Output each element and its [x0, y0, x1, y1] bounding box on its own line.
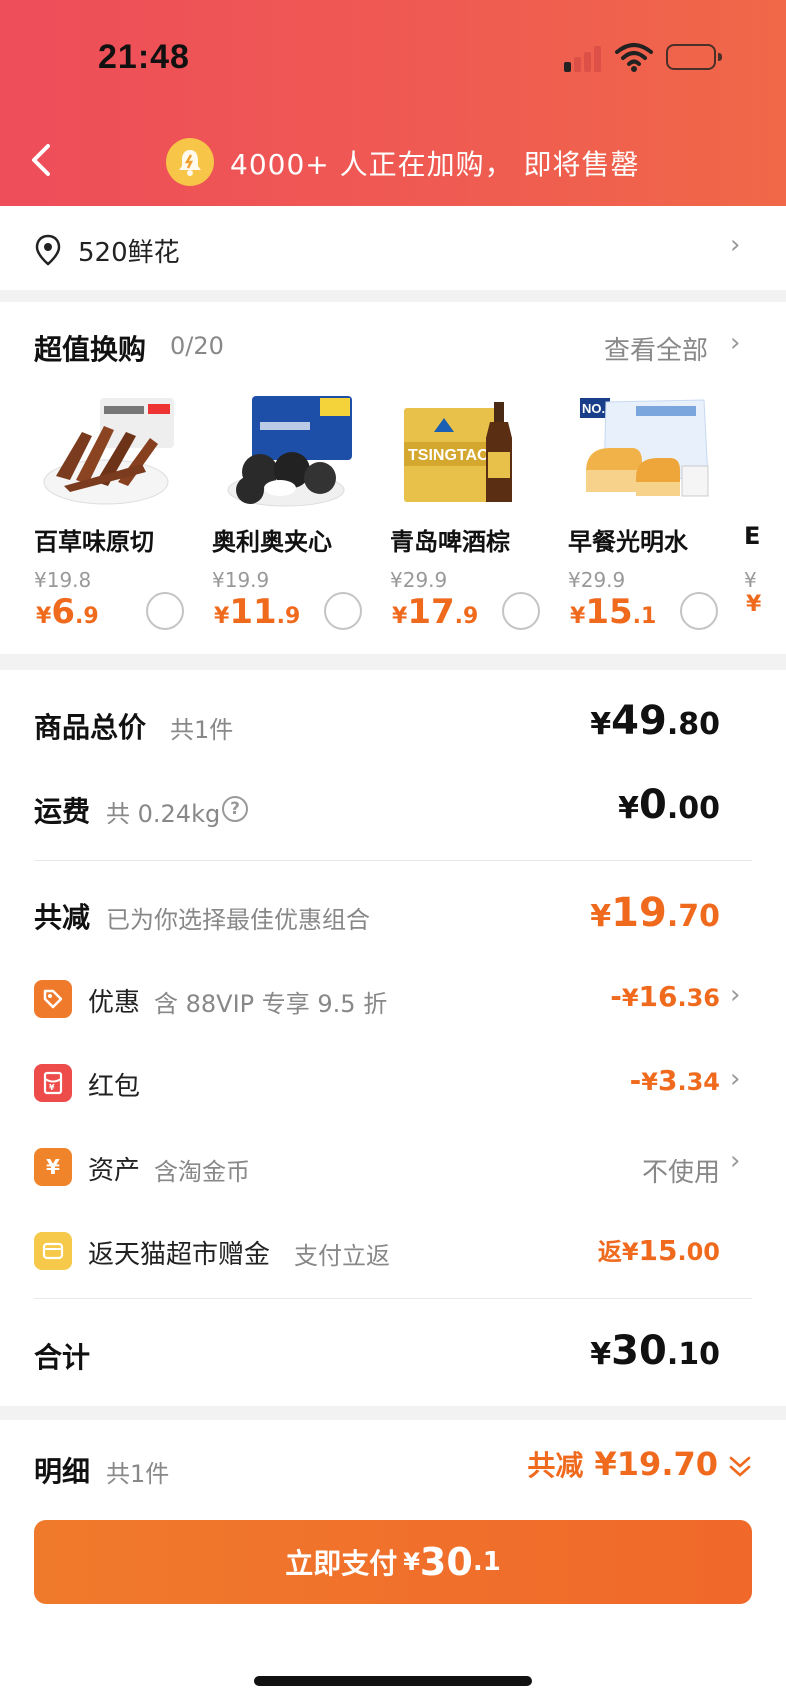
upsell-count: 0/20 — [170, 332, 224, 360]
grand-total-value: ¥30.10 — [590, 1328, 720, 1374]
reduction-note: 已为你选择最佳优惠组合 — [106, 906, 370, 934]
upsell-item[interactable]: TSINGTAO 青岛啤酒棕 ¥29.9 ¥17.9 — [390, 392, 560, 632]
chevron-right-icon[interactable]: › — [730, 328, 740, 358]
discount-label: 优惠 — [88, 988, 141, 1018]
upsell-item[interactable]: 百草味原切 ¥19.8 ¥6.9 — [34, 392, 204, 632]
reduction-value: ¥19.70 — [590, 890, 720, 936]
yen-coin-icon: ¥ — [34, 1148, 72, 1186]
upsell-item[interactable]: 奥利奥夹心 ¥19.9 ¥11.9 — [212, 392, 382, 632]
detail-label[interactable]: 明细 — [34, 1450, 90, 1490]
chevron-right-icon[interactable]: › — [730, 1146, 740, 1176]
original-price: ¥19.8 — [34, 568, 92, 592]
grand-total-label: 合计 — [34, 1341, 91, 1374]
deal-price: ¥6.9 — [36, 592, 99, 632]
discount-value[interactable]: -¥16.36 — [610, 980, 720, 1013]
original-price: ¥29.9 — [568, 568, 626, 592]
wallet-icon — [34, 1232, 72, 1270]
shipping-value: ¥0.00 — [618, 782, 720, 828]
assets-note: 含淘金币 — [154, 1158, 250, 1186]
header-bar: 21:48 4000+ 人正在加购， 即将售罄 — [0, 0, 786, 206]
upsell-item-partial[interactable]: E ¥ ¥ — [744, 392, 786, 632]
product-image: TSINGTAO — [404, 402, 512, 502]
reduction-label: 共减 — [34, 901, 91, 934]
pay-now-button[interactable]: 立即支付 ¥30.1 — [34, 1520, 752, 1604]
red-envelope-value[interactable]: -¥3.34 — [630, 1064, 720, 1097]
original-price: ¥29.9 — [390, 568, 448, 592]
help-icon[interactable]: ? — [222, 796, 248, 822]
select-radio[interactable] — [680, 592, 718, 630]
chevron-right-icon[interactable]: › — [730, 980, 740, 1010]
stock-banner-text: 4000+ 人正在加购， 即将售罄 — [230, 148, 640, 181]
cashback-note: 支付立返 — [294, 1242, 390, 1270]
view-all-link[interactable]: 查看全部 — [604, 330, 708, 367]
status-time: 21:48 — [98, 38, 190, 76]
checkout-bar: 明细 共1件 共减 ¥19.70 立即支付 ¥30.1 — [0, 1420, 786, 1704]
shipping-weight: 共 0.24kg — [106, 800, 221, 828]
battery-icon — [666, 44, 722, 70]
deal-price: ¥17.9 — [392, 592, 479, 632]
svg-text:TSINGTAO: TSINGTAO — [408, 447, 489, 464]
product-name: 百草味原切 — [34, 528, 154, 556]
divider — [34, 860, 752, 861]
deal-price: ¥ — [746, 592, 762, 617]
tag-icon — [34, 980, 72, 1018]
red-envelope-label: 红包 — [88, 1072, 141, 1102]
chevron-right-icon: › — [730, 230, 741, 260]
product-name: 青岛啤酒棕 — [390, 528, 510, 556]
address-text: 520鲜花 — [78, 238, 180, 268]
signal-icon — [564, 44, 604, 72]
detail-reduction[interactable]: 共减 ¥19.70 — [527, 1444, 718, 1484]
divider — [34, 1298, 752, 1299]
goods-total-label: 商品总价 — [34, 711, 147, 744]
deal-price: ¥15.1 — [570, 592, 657, 632]
product-image: NO.1 — [580, 398, 709, 497]
detail-count: 共1件 — [106, 1460, 170, 1488]
select-radio[interactable] — [324, 592, 362, 630]
deal-price: ¥11.9 — [214, 592, 301, 632]
product-image — [227, 396, 352, 507]
wifi-icon — [615, 43, 653, 72]
address-row[interactable]: 520鲜花 › — [0, 206, 786, 290]
discount-note: 含 88VIP 专享 9.5 折 — [154, 990, 388, 1018]
upsell-title: 超值换购 — [34, 333, 147, 366]
shipping-label: 运费 — [34, 795, 91, 828]
cashback-label: 返天猫超市赠金 — [88, 1240, 271, 1270]
cashback-value: 返¥15.00 — [597, 1234, 720, 1267]
assets-value[interactable]: 不使用 — [642, 1152, 720, 1189]
product-name: E — [744, 522, 761, 550]
bell-icon — [166, 138, 214, 186]
home-indicator[interactable] — [254, 1676, 532, 1686]
original-price: ¥ — [744, 568, 757, 592]
select-radio[interactable] — [502, 592, 540, 630]
price-summary: 商品总价 共1件 ¥49.80 运费 共 0.24kg ? ¥0.00 共减 已… — [0, 670, 786, 1406]
original-price: ¥19.9 — [212, 568, 270, 592]
chevron-double-down-icon[interactable] — [728, 1454, 752, 1480]
product-name: 奥利奥夹心 — [212, 528, 332, 556]
goods-count: 共1件 — [170, 716, 234, 744]
assets-label: 资产 — [88, 1156, 141, 1186]
back-button[interactable] — [26, 140, 60, 180]
upsell-item[interactable]: NO.1 早餐光明水 ¥29.9 ¥15.1 — [568, 392, 738, 632]
upsell-section: 超值换购 0/20 查看全部 › 百草味原切 ¥19.8 ¥6.9 奥利奥夹心 … — [0, 302, 786, 654]
chevron-right-icon[interactable]: › — [730, 1064, 740, 1094]
location-pin-icon — [35, 234, 61, 266]
red-envelope-icon: ¥ — [34, 1064, 72, 1102]
goods-total-value: ¥49.80 — [590, 698, 720, 744]
svg-text:¥: ¥ — [49, 1083, 55, 1092]
product-image — [43, 398, 174, 505]
product-name: 早餐光明水 — [568, 528, 688, 556]
select-radio[interactable] — [146, 592, 184, 630]
